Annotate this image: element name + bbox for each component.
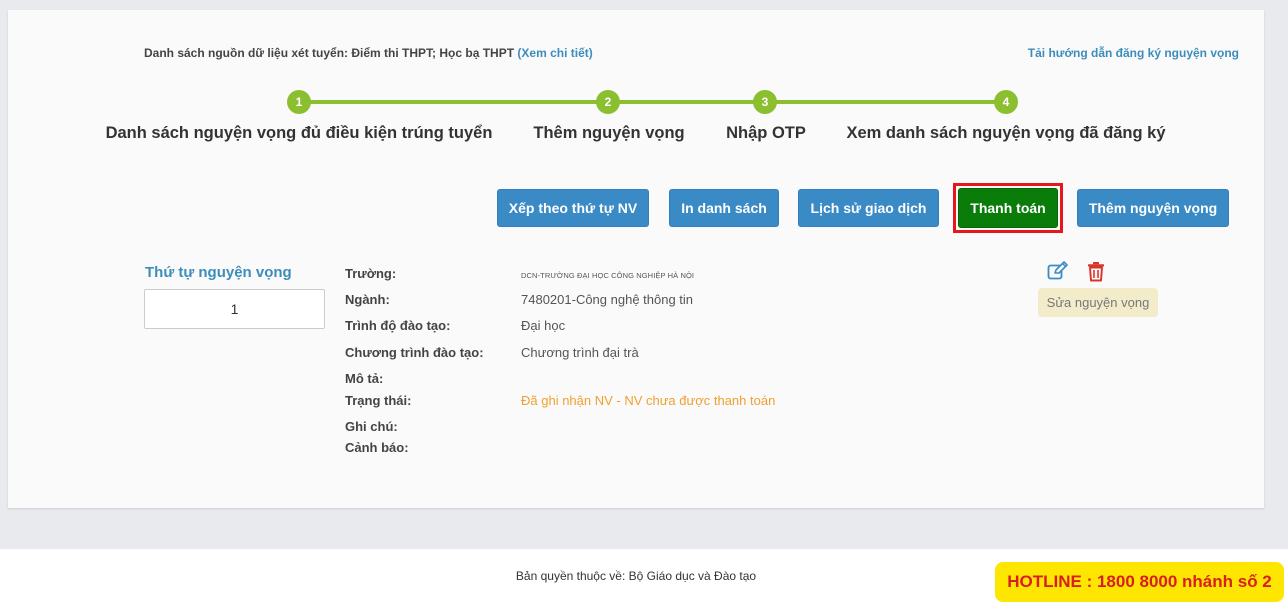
description-label: Mô tả: bbox=[345, 371, 384, 386]
step-2-marker: 2 bbox=[596, 90, 620, 114]
step-2-label: Thêm nguyện vọng bbox=[533, 124, 685, 142]
program-label: Chương trình đào tạo: bbox=[345, 345, 484, 360]
add-wish-button[interactable]: Thêm nguyện vọng bbox=[1077, 189, 1229, 227]
data-sources-label: Danh sách nguồn dữ liệu xét tuyển: Điểm … bbox=[144, 46, 515, 60]
data-sources-line: Danh sách nguồn dữ liệu xét tuyển: Điểm … bbox=[144, 46, 593, 60]
note-label: Ghi chú: bbox=[345, 419, 398, 434]
wish-order-input[interactable] bbox=[144, 289, 325, 329]
step-1-marker: 1 bbox=[287, 90, 311, 114]
sort-by-order-button[interactable]: Xếp theo thứ tự NV bbox=[497, 189, 649, 227]
view-details-link[interactable]: (Xem chi tiết) bbox=[517, 46, 592, 60]
step-1-label: Danh sách nguyện vọng đủ điều kiện trúng… bbox=[105, 124, 493, 142]
trash-icon[interactable] bbox=[1086, 261, 1106, 282]
warning-label: Cảnh báo: bbox=[345, 440, 409, 455]
school-value: DCN-TRƯỜNG ĐẠI HỌC CÔNG NGHIỆP HÀ NỘI bbox=[521, 271, 695, 280]
school-label: Trường: bbox=[345, 266, 397, 281]
training-level-label: Trình độ đào tạo: bbox=[345, 318, 451, 333]
edit-wish-tooltip: Sửa nguyện vọng bbox=[1038, 288, 1158, 317]
step-4-marker: 4 bbox=[994, 90, 1018, 114]
major-label: Ngành: bbox=[345, 292, 390, 307]
status-value: Đã ghi nhận NV - NV chưa được thanh toán bbox=[521, 393, 776, 408]
edit-icon[interactable] bbox=[1047, 261, 1069, 281]
program-value: Chương trình đại trà bbox=[521, 345, 639, 360]
download-guide-link[interactable]: Tải hướng dẫn đăng ký nguyện vọng bbox=[1028, 46, 1239, 60]
transaction-history-button[interactable]: Lịch sử giao dịch bbox=[798, 189, 939, 227]
status-label: Trạng thái: bbox=[345, 393, 412, 408]
pay-button[interactable]: Thanh toán bbox=[958, 188, 1058, 228]
stepper-progress-line bbox=[299, 100, 1007, 104]
wish-order-title: Thứ tự nguyện vọng bbox=[145, 264, 292, 281]
major-value: 7480201-Công nghệ thông tin bbox=[521, 292, 694, 307]
print-list-button[interactable]: In danh sách bbox=[669, 189, 779, 227]
step-3-marker: 3 bbox=[753, 90, 777, 114]
step-4-label: Xem danh sách nguyện vọng đã đăng ký bbox=[846, 124, 1166, 142]
training-level-value: Đại học bbox=[521, 318, 566, 333]
content-card bbox=[8, 10, 1264, 508]
step-3-label: Nhập OTP bbox=[726, 124, 806, 142]
hotline-banner[interactable]: HOTLINE : 1800 8000 nhánh số 2 bbox=[995, 562, 1284, 602]
